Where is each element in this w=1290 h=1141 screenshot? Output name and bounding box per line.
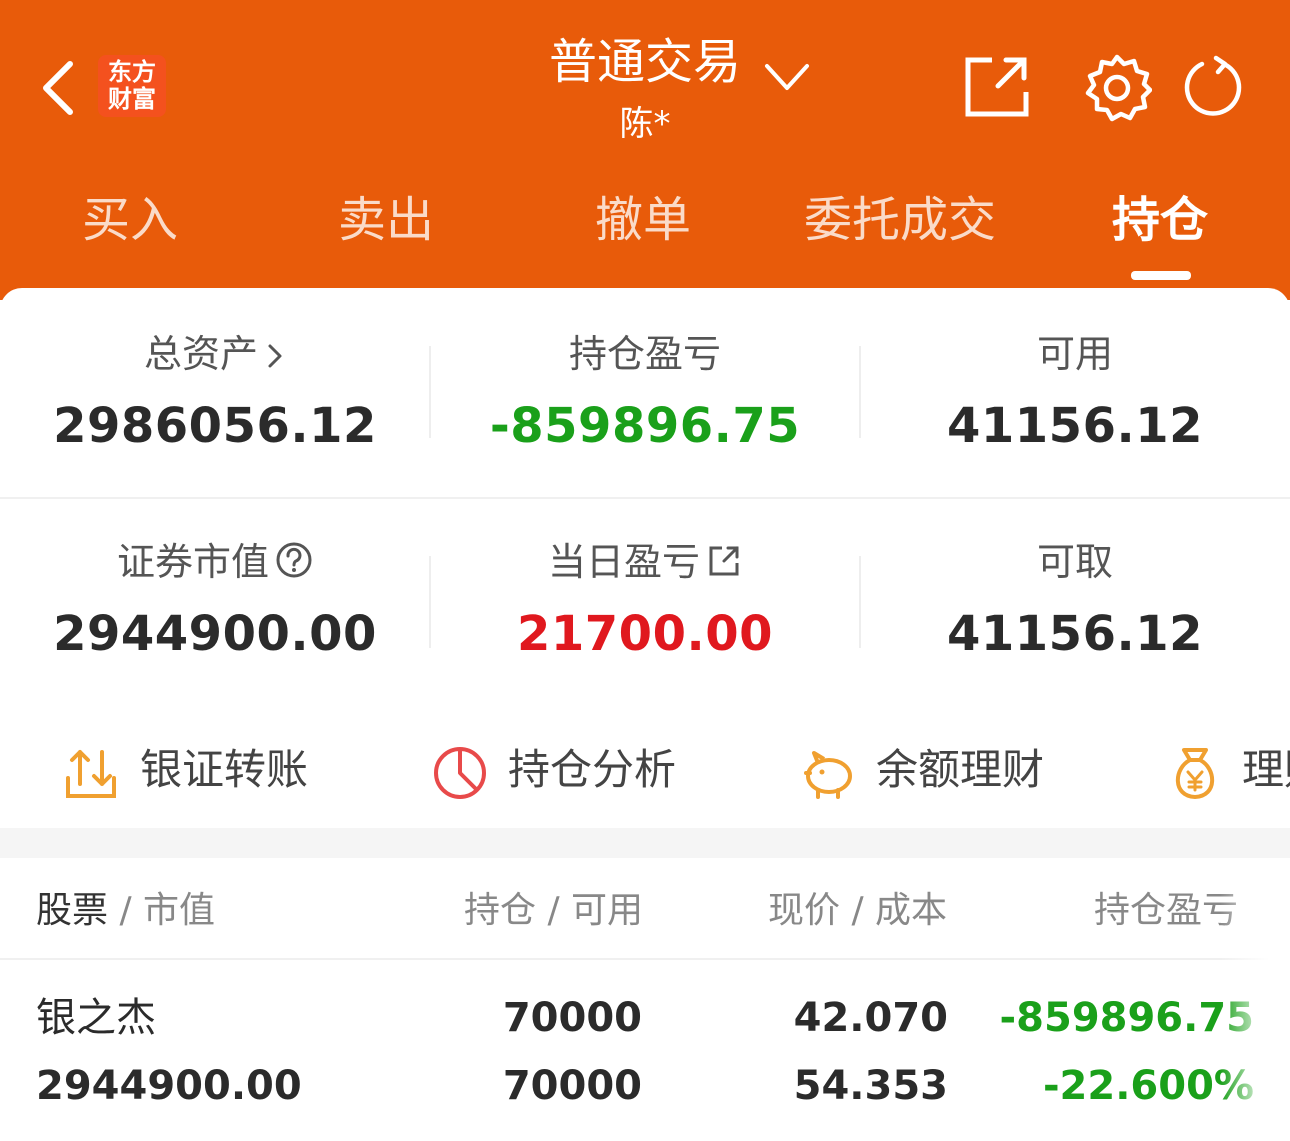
share-icon[interactable] [962, 52, 1032, 122]
refresh-icon[interactable] [1178, 52, 1248, 122]
stock-market-value: 2944900.00 [36, 1063, 302, 1109]
gear-icon[interactable] [1082, 52, 1152, 122]
account-name: 陈* [619, 104, 671, 144]
external-link-icon [709, 546, 739, 576]
daily-pnl-value: 21700.00 [516, 606, 774, 662]
col-position-header[interactable]: 持仓 / 可用 [464, 886, 643, 936]
piggy-bank-icon [804, 750, 852, 799]
withdrawable-cell: 可取 41156.12 [860, 536, 1290, 666]
page-title[interactable]: 普通交易 [530, 30, 760, 94]
total-assets-value: 2986056.12 [53, 398, 377, 454]
col-price-header[interactable]: 现价 / 成本 [768, 886, 947, 936]
position-pnl-label: 持仓盈亏 [568, 332, 721, 376]
tab-orders[interactable]: 委托成交 [780, 180, 1020, 260]
tab-cancel[interactable]: 撤单 [553, 180, 733, 260]
total-assets-cell[interactable]: 总资产 2986056.12 [0, 328, 430, 458]
table-divider [0, 958, 1290, 960]
money-bag-icon [1175, 747, 1215, 799]
market-value-value: 2944900.00 [53, 606, 377, 662]
available-value: 41156.12 [946, 398, 1204, 454]
balance-finance-label: 余额理财 [876, 745, 1045, 794]
position-analysis-label: 持仓分析 [508, 745, 677, 794]
chevron-down-icon[interactable] [762, 58, 812, 98]
tab-positions[interactable]: 持仓 [1070, 180, 1250, 260]
trade-tabs: 买入 卖出 撤单 委托成交 持仓 [0, 180, 1290, 270]
wealth-management-label: 理财 [1242, 745, 1290, 794]
chevron-right-icon [268, 344, 282, 368]
active-tab-indicator [1131, 271, 1191, 280]
section-divider [0, 497, 1290, 499]
position-pnl-value: -859896.75 [489, 398, 801, 454]
stock-pnl-percent: -22.600% [1042, 1063, 1254, 1109]
stock-available: 70000 [502, 1063, 642, 1109]
bank-transfer-button[interactable]: 银证转账 [62, 735, 308, 805]
col-stock-header[interactable]: 股票 / 市值 [36, 886, 215, 936]
daily-pnl-label: 当日盈亏 [547, 540, 700, 584]
position-pnl-cell: 持仓盈亏 -859896.75 [430, 328, 860, 458]
market-value-label: 证券市值 [116, 540, 269, 584]
available-cell: 可用 41156.12 [860, 328, 1290, 458]
help-icon[interactable] [275, 541, 313, 579]
transfer-icon [66, 749, 116, 798]
stock-name: 银之杰 [36, 995, 156, 1041]
eastmoney-logo: 东方 财富 [98, 55, 166, 117]
available-label: 可用 [1036, 332, 1113, 376]
bank-transfer-label: 银证转账 [140, 745, 309, 794]
wealth-management-button[interactable]: 理财 [1168, 735, 1290, 805]
balance-finance-button[interactable]: 余额理财 [800, 735, 1044, 805]
app-header: 东方 财富 普通交易 陈* 买入 卖出 撤单 委托成交 持仓 [0, 0, 1290, 300]
pie-chart-icon [434, 746, 486, 799]
stock-price: 42.070 [793, 995, 948, 1041]
total-assets-label: 总资产 [143, 332, 258, 376]
section-gap [0, 828, 1290, 858]
stock-cost: 54.353 [793, 1063, 948, 1109]
stock-position: 70000 [502, 995, 642, 1041]
tab-buy[interactable]: 买入 [40, 180, 220, 260]
withdrawable-label: 可取 [1036, 540, 1113, 584]
back-arrow-icon[interactable] [38, 58, 78, 118]
market-value-cell: 证券市值 2944900.00 [0, 536, 430, 666]
stock-pnl: -859896.75 [999, 995, 1254, 1041]
scroll-fade [1220, 858, 1290, 1141]
withdrawable-value: 41156.12 [946, 606, 1204, 662]
tab-sell[interactable]: 卖出 [296, 180, 476, 260]
position-analysis-button[interactable]: 持仓分析 [432, 735, 676, 805]
daily-pnl-cell[interactable]: 当日盈亏 21700.00 [430, 536, 860, 666]
col-pnl-header[interactable]: 持仓盈亏 [1094, 886, 1238, 936]
holdings-table-header: 股票 / 市值 持仓 / 可用 现价 / 成本 持仓盈亏 [0, 858, 1290, 958]
